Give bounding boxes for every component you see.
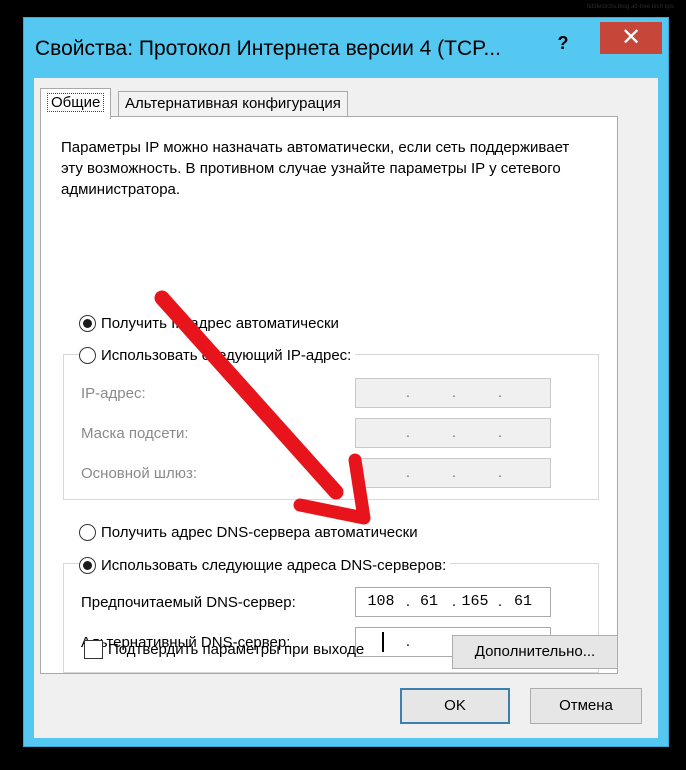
titlebar[interactable]: Свойства: Протокол Интернета версии 4 (T… (24, 18, 668, 78)
preferred-dns-octet-1: 108 (367, 593, 395, 610)
general-panel: Параметры IP можно назначать автоматичес… (40, 116, 618, 674)
tab-general-label: Общие (47, 93, 105, 112)
radio-ip-auto[interactable]: Получить IP-адрес автоматически (79, 312, 343, 334)
radio-dns-auto-label: Получить адрес DNS-сервера автоматически (101, 523, 418, 541)
ip-address-input[interactable]: . . . (355, 378, 551, 408)
radio-ip-auto-indicator[interactable] (79, 314, 96, 332)
close-button[interactable]: ✕ (600, 22, 662, 54)
preferred-dns-input[interactable]: 108 . 61 . 165 . 61 (355, 587, 551, 617)
validate-on-exit-checkbox[interactable] (84, 639, 103, 659)
ip-address-label: IP-адрес: (81, 385, 146, 402)
radio-dns-manual-label: Использовать следующие адреса DNS-сервер… (101, 556, 447, 574)
default-gateway-label: Основной шлюз: (81, 465, 198, 482)
preferred-dns-octet-3: 165 (461, 593, 489, 610)
dialog-window: Свойства: Протокол Интернета версии 4 (T… (24, 18, 668, 746)
advanced-button[interactable]: Дополнительно... (452, 635, 618, 669)
dialog-client: Общие Альтернативная конфигурация Параме… (34, 78, 658, 738)
preferred-dns-label: Предпочитаемый DNS-сервер: (81, 594, 296, 611)
radio-ip-manual[interactable]: Использовать следующий IP-адрес: (79, 344, 356, 366)
window-title: Свойства: Протокол Интернета версии 4 (T… (35, 37, 501, 60)
cancel-button[interactable]: Отмена (530, 688, 642, 724)
radio-dns-auto-indicator[interactable] (79, 523, 96, 541)
help-icon: ? (557, 33, 569, 53)
radio-dns-manual-indicator[interactable] (79, 556, 96, 574)
screen: fiddlesticks.blog ad-free tech tips Свой… (0, 0, 686, 770)
text-caret (382, 632, 384, 652)
ok-button[interactable]: OK (400, 688, 510, 724)
radio-dns-auto[interactable]: Получить адрес DNS-сервера автоматически (79, 521, 422, 543)
tab-alternate-config[interactable]: Альтернативная конфигурация (118, 91, 348, 116)
radio-ip-manual-indicator[interactable] (79, 346, 96, 364)
close-icon: ✕ (620, 24, 642, 51)
help-button[interactable]: ? (548, 30, 578, 56)
description-text: Параметры IP можно назначать автоматичес… (61, 139, 570, 198)
watermark: fiddlesticks.blog ad-free tech tips (586, 4, 674, 10)
validate-on-exit-label: Подтвердить параметры при выходе (108, 640, 365, 658)
default-gateway-input[interactable]: . . . (355, 458, 551, 488)
radio-ip-manual-label: Использовать следующий IP-адрес: (101, 346, 352, 364)
preferred-dns-octet-2: 61 (419, 593, 438, 610)
preferred-dns-octet-4: 61 (513, 593, 532, 610)
radio-dns-manual[interactable]: Использовать следующие адреса DNS-сервер… (79, 554, 451, 576)
subnet-mask-input[interactable]: . . . (355, 418, 551, 448)
tab-general[interactable]: Общие (40, 88, 112, 119)
validate-on-exit[interactable]: Подтвердить параметры при выходе (84, 638, 364, 660)
radio-ip-auto-label: Получить IP-адрес автоматически (101, 314, 339, 332)
subnet-mask-label: Маска подсети: (81, 425, 189, 442)
